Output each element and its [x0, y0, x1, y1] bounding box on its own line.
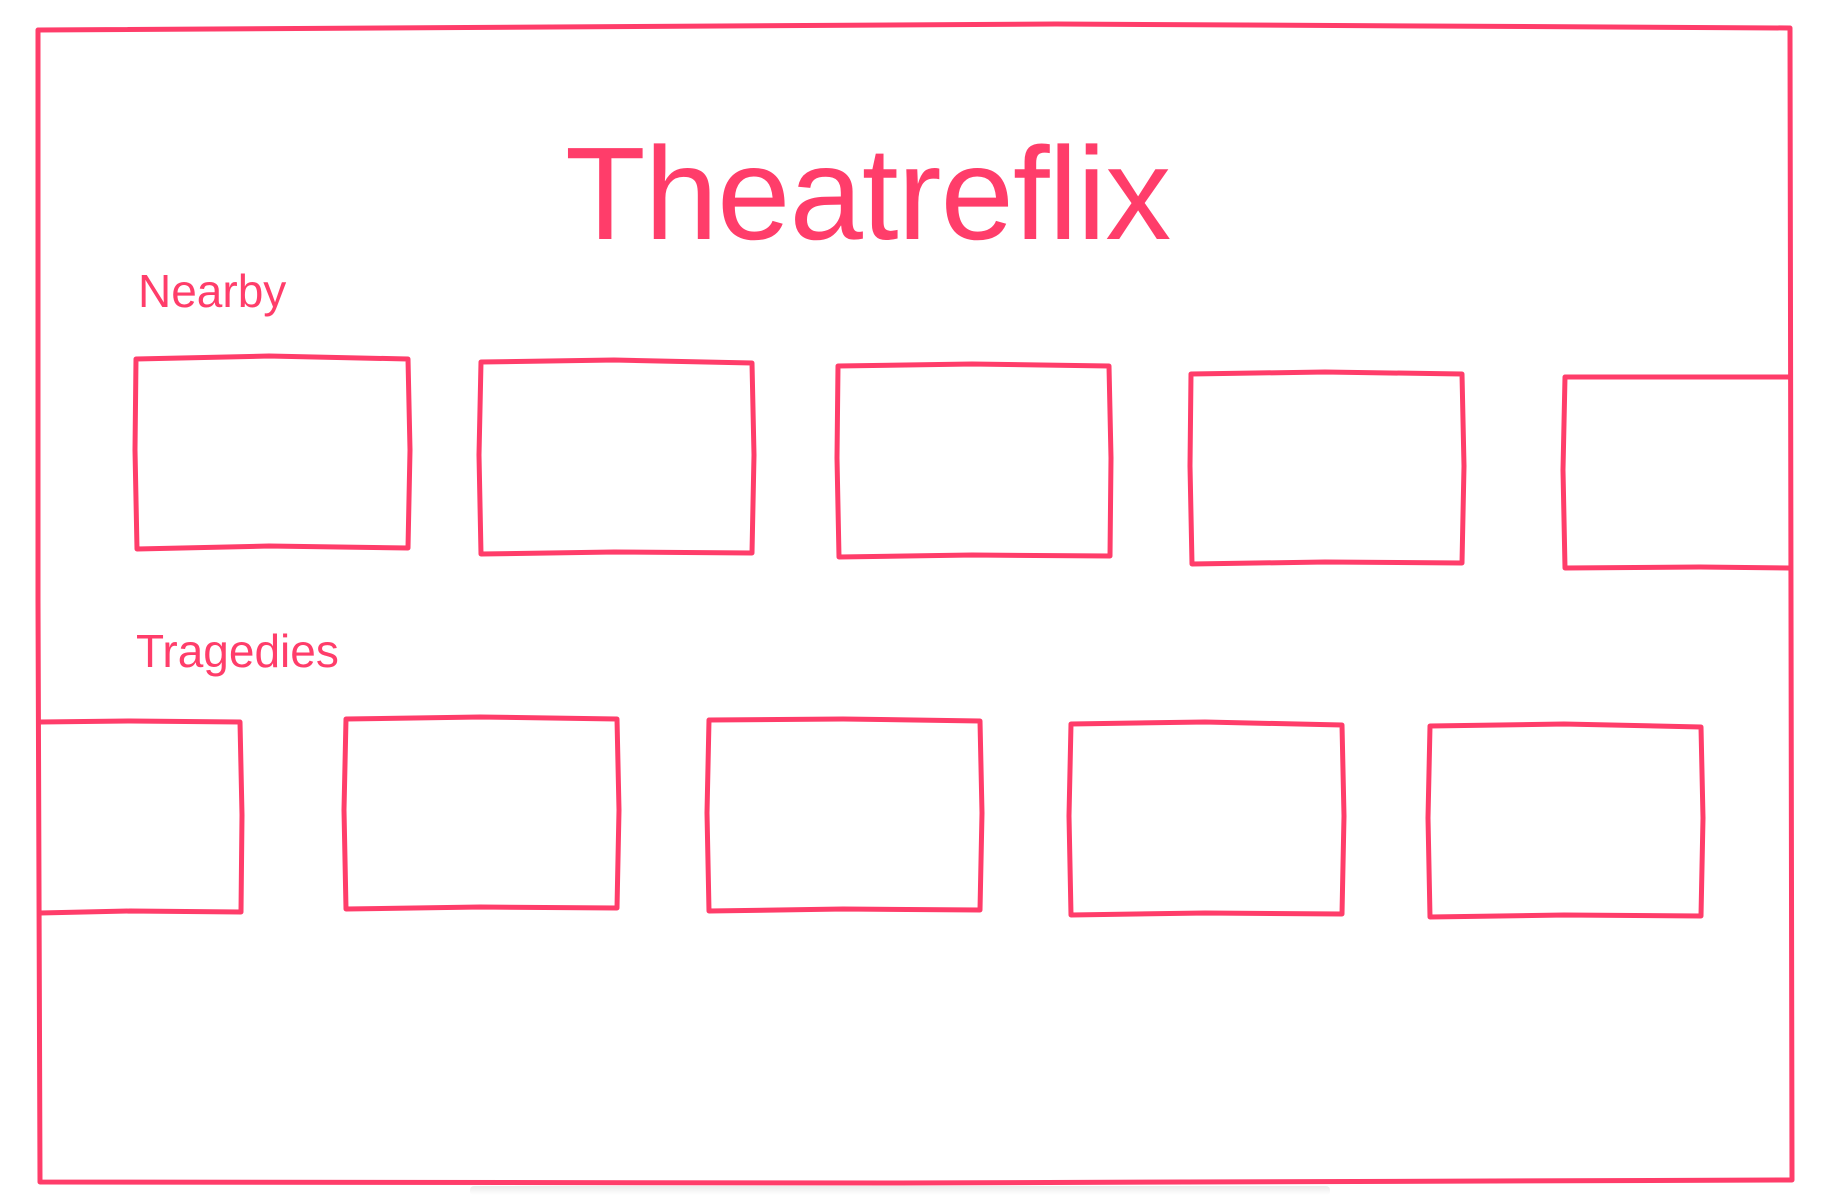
app-title: Theatreflix: [565, 120, 1171, 267]
nearby-card-4[interactable]: [1187, 369, 1467, 567]
section-label-nearby: Nearby: [138, 265, 287, 317]
nearby-card-2[interactable]: [476, 357, 757, 557]
tragedies-card-4[interactable]: [1066, 719, 1347, 918]
wireframe-canvas: Theatreflix Nearby Tragedies: [0, 0, 1824, 1195]
tragedies-card-1-partial[interactable]: [37, 718, 245, 916]
nearby-card-1[interactable]: [132, 353, 413, 552]
tragedies-card-5[interactable]: [1425, 721, 1706, 920]
tragedies-card-3[interactable]: [704, 716, 985, 914]
tragedies-card-2[interactable]: [341, 714, 622, 912]
nearby-card-5-partial[interactable]: [1560, 374, 1792, 571]
section-label-tragedies: Tragedies: [136, 625, 339, 677]
nearby-card-3[interactable]: [834, 361, 1114, 560]
